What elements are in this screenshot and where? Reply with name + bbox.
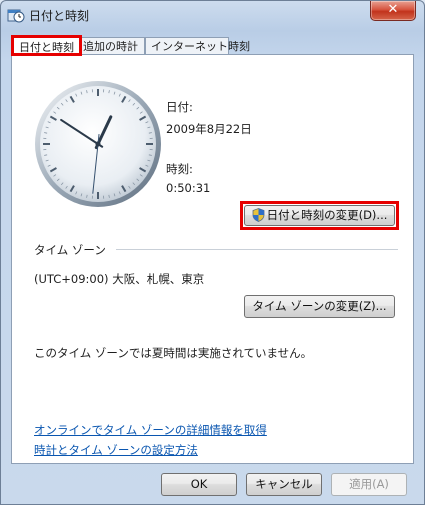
clock-timezone-help-link[interactable]: 時計とタイム ゾーンの設定方法 <box>34 442 198 458</box>
clock-calendar-icon <box>7 9 25 23</box>
analog-clock <box>35 81 161 207</box>
uac-shield-icon <box>252 208 264 222</box>
tab-date-time[interactable]: 日付と時刻 <box>11 35 82 56</box>
date-label: 日付: <box>166 100 193 114</box>
date-value: 2009年8月22日 <box>166 122 252 136</box>
time-value: 0:50:31 <box>166 181 211 195</box>
tab-additional-clocks[interactable]: 追加の時計 <box>77 37 145 54</box>
change-date-time-button[interactable]: 日付と時刻の変更(D)... <box>244 205 395 226</box>
title-bar[interactable]: 日付と時刻 ✕ <box>1 1 424 29</box>
time-label: 時刻: <box>166 162 193 176</box>
timezone-group-label: タイム ゾーン <box>34 243 106 257</box>
ok-button[interactable]: OK <box>161 473 237 496</box>
tab-panel: 日付: 2009年8月22日 時刻: 0:50:31 日付と時刻の変更(D)..… <box>11 54 414 464</box>
dst-note: このタイム ゾーンでは夏時間は実施されていません。 <box>34 346 313 360</box>
window-title: 日付と時刻 <box>29 9 90 23</box>
cancel-button[interactable]: キャンセル <box>246 473 322 496</box>
tab-internet-time[interactable]: インターネット時刻 <box>145 37 250 54</box>
change-date-time-label: 日付と時刻の変更(D)... <box>266 208 388 222</box>
clock-center <box>95 141 101 147</box>
date-time-dialog: 日付と時刻 ✕ 日付と時刻 追加の時計 インターネット時刻 日付: 2009年8… <box>0 0 425 505</box>
online-timezone-info-link[interactable]: オンラインでタイム ゾーンの詳細情報を取得 <box>34 422 267 438</box>
close-button[interactable]: ✕ <box>370 1 416 21</box>
apply-button[interactable]: 適用(A) <box>331 473 407 496</box>
timezone-value: (UTC+09:00) 大阪、札幌、東京 <box>34 272 205 286</box>
change-timezone-button[interactable]: タイム ゾーンの変更(Z)... <box>244 295 395 318</box>
timezone-divider <box>116 249 398 250</box>
